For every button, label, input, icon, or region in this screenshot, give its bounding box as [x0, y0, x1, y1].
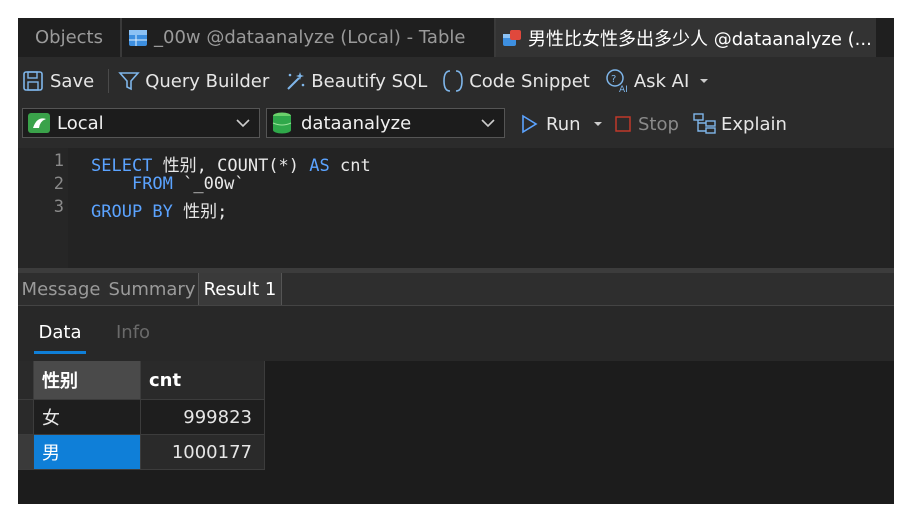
stop-button[interactable]: Stop: [614, 108, 679, 140]
cell-gender-selected[interactable]: 男: [34, 435, 141, 470]
tab-label: Objects: [34, 27, 103, 48]
code-snippet-button[interactable]: Code Snippet: [441, 61, 590, 101]
save-icon: [23, 71, 43, 91]
stop-icon: [615, 116, 631, 132]
tab-query[interactable]: 男性比女性多出多少人 @dataanalyze (...: [496, 18, 876, 57]
tab-objects[interactable]: Objects: [18, 18, 120, 57]
result-grid: 性别 cnt 女 999823 男 1000177: [18, 361, 894, 504]
column-header-cnt[interactable]: cnt: [141, 361, 265, 400]
cell-value: 1000177: [171, 441, 252, 463]
result-sub-tabs: Data Info: [18, 306, 894, 361]
toolbar-divider: [108, 69, 110, 93]
explain-label: Explain: [721, 113, 787, 135]
code-line: FROM `_00w`: [91, 174, 245, 194]
column-header-label: 性别: [42, 371, 78, 392]
magic-wand-icon: [287, 72, 305, 90]
row-header[interactable]: [18, 435, 34, 470]
query-builder-button[interactable]: Query Builder: [117, 61, 269, 101]
tab-message[interactable]: Message: [18, 273, 104, 305]
cell-value: 男: [42, 443, 60, 464]
database-value: dataanalyze: [301, 112, 412, 134]
svg-text:AI: AI: [619, 85, 628, 94]
beautify-sql-button[interactable]: Beautify SQL: [283, 61, 427, 101]
sql-editor[interactable]: 1 2 3 SELECT 性别, COUNT(*) AS cnt FROM `_…: [18, 148, 894, 268]
ask-ai-label: Ask AI: [633, 70, 690, 92]
run-label: Run: [546, 113, 581, 135]
ask-ai-button[interactable]: ? AI Ask AI: [604, 61, 713, 101]
svg-text:?: ?: [611, 74, 616, 85]
code-line: GROUP BY 性别;: [91, 197, 227, 222]
tab-info[interactable]: Info: [116, 322, 150, 343]
chevron-down-icon: [481, 119, 495, 128]
beautify-sql-label: Beautify SQL: [311, 70, 428, 92]
dropdown-caret-icon[interactable]: [695, 74, 713, 88]
dropdown-caret-icon[interactable]: [589, 117, 607, 131]
tab-label: Data: [38, 322, 82, 343]
table-icon: [129, 29, 147, 46]
sql-keyword: AS: [309, 156, 330, 176]
explain-button[interactable]: Explain: [693, 108, 787, 140]
column-header-gender[interactable]: 性别: [34, 361, 141, 400]
tab-label: Result 1: [203, 278, 277, 300]
connection-select[interactable]: Local: [22, 108, 260, 138]
query-icon: [503, 29, 521, 46]
ask-ai-icon: ? AI: [606, 69, 628, 94]
cell-value: 女: [42, 408, 60, 429]
cell-cnt[interactable]: 999823: [141, 400, 265, 435]
sql-keyword: GROUP BY: [91, 202, 173, 222]
tab-data[interactable]: Data: [34, 322, 86, 354]
toolbar: Save Query Builder Beautify SQL Code Sni…: [18, 61, 894, 101]
sql-text: cnt: [329, 156, 371, 176]
code-line: SELECT 性别, COUNT(*) AS cnt: [91, 151, 371, 176]
sql-indent: [91, 174, 132, 194]
database-icon: [272, 112, 292, 134]
sql-keyword: FROM: [131, 174, 173, 194]
code-snippet-icon: [443, 70, 464, 92]
selector-row: Local dataanalyze Run Stop Explain: [18, 106, 894, 146]
query-builder-icon: [118, 72, 140, 91]
row-header[interactable]: [18, 400, 34, 435]
tab-summary[interactable]: Summary: [106, 273, 198, 305]
save-label: Save: [50, 70, 95, 92]
save-button[interactable]: Save: [22, 61, 94, 101]
play-icon: [522, 114, 538, 134]
query-window: Objects _00w @dataanalyze (Local) - Tabl…: [18, 18, 894, 504]
stop-label: Stop: [638, 113, 679, 135]
line-number: 3: [53, 197, 64, 217]
query-builder-label: Query Builder: [145, 70, 270, 92]
sql-text: `_00w`: [172, 174, 245, 194]
tab-label: 男性比女性多出多少人 @dataanalyze (...: [528, 28, 872, 50]
column-header-label: cnt: [149, 369, 182, 391]
connection-icon: [28, 113, 50, 133]
tab-table[interactable]: _00w @dataanalyze (Local) - Table: [122, 18, 500, 57]
run-button[interactable]: Run: [520, 108, 607, 140]
explain-icon: [693, 113, 716, 134]
tab-label: Message: [21, 278, 101, 300]
cell-value: 999823: [183, 406, 252, 428]
cell-gender[interactable]: 女: [34, 400, 141, 435]
connection-value: Local: [57, 112, 104, 134]
sql-text: 性别;: [172, 202, 228, 222]
line-number-gutter: 1 2 3: [18, 148, 68, 268]
sql-text: 性别, COUNT(*): [152, 156, 310, 176]
result-tabs: Message Summary Result 1: [18, 273, 894, 306]
chevron-down-icon: [236, 119, 250, 128]
database-select[interactable]: dataanalyze: [266, 108, 505, 138]
cell-cnt[interactable]: 1000177: [141, 435, 265, 470]
tab-label: Summary: [108, 278, 196, 300]
line-number: 2: [53, 174, 64, 194]
tab-label: Info: [116, 322, 151, 343]
tab-bar: Objects _00w @dataanalyze (Local) - Tabl…: [18, 18, 894, 57]
code-snippet-label: Code Snippet: [469, 70, 590, 92]
sql-keyword: SELECT: [91, 156, 153, 176]
tab-label: _00w @dataanalyze (Local) - Table: [154, 27, 466, 48]
grid-corner: [18, 361, 34, 400]
active-tab-underline: [34, 351, 86, 354]
tab-result-1[interactable]: Result 1: [198, 273, 282, 305]
line-number: 1: [53, 151, 64, 171]
